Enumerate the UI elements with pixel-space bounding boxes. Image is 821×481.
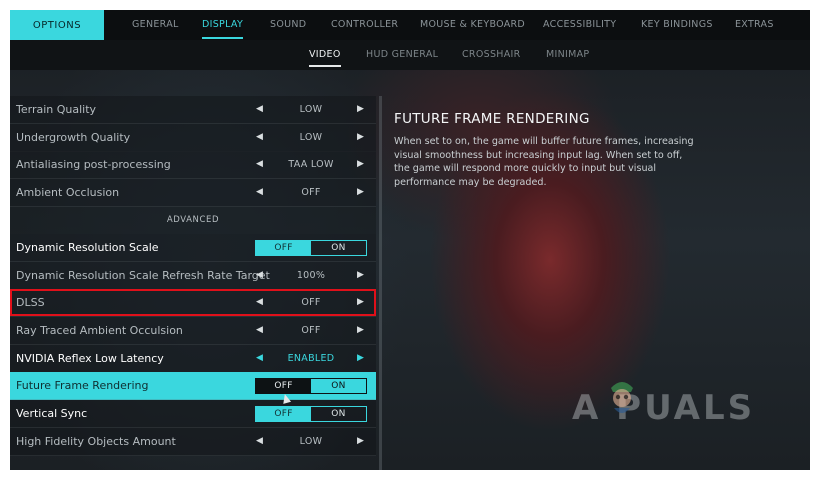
- setting-label: Antialiasing post-processing: [16, 158, 171, 171]
- setting-label: Vertical Sync: [16, 407, 88, 420]
- info-panel-description: When set to on, the game will buffer fut…: [394, 136, 694, 188]
- toggle-on-option[interactable]: ON: [311, 407, 366, 421]
- subtab-video[interactable]: VIDEO: [309, 40, 341, 70]
- setting-row-ambient-occlusion[interactable]: Ambient Occlusion ◀ OFF ▶: [10, 179, 376, 207]
- arrow-left-icon[interactable]: ◀: [256, 96, 263, 123]
- setting-row-dynamic-resolution-scale[interactable]: Dynamic Resolution Scale OFF ON: [10, 234, 376, 262]
- future-frame-rendering-toggle[interactable]: OFF ON: [255, 378, 367, 394]
- setting-value: OFF: [301, 297, 321, 308]
- options-button[interactable]: OPTIONS: [10, 10, 104, 40]
- arrow-left-icon[interactable]: ◀: [256, 262, 263, 289]
- top-navigation-bar: OPTIONS GENERAL DISPLAY SOUND CONTROLLER…: [10, 10, 810, 40]
- game-options-screen: OPTIONS GENERAL DISPLAY SOUND CONTROLLER…: [10, 10, 810, 470]
- arrow-left-icon[interactable]: ◀: [256, 317, 263, 344]
- setting-row-undergrowth-quality[interactable]: Undergrowth Quality ◀ LOW ▶: [10, 124, 376, 152]
- setting-label: Dynamic Resolution Scale Refresh Rate Ta…: [16, 269, 270, 282]
- arrow-right-icon[interactable]: ▶: [357, 179, 364, 206]
- arrow-right-icon[interactable]: ▶: [357, 151, 364, 178]
- tab-accessibility[interactable]: ACCESSIBILITY: [543, 10, 616, 40]
- setting-row-dlss[interactable]: DLSS ◀ OFF ▶: [10, 289, 376, 317]
- setting-label: Undergrowth Quality: [16, 131, 131, 144]
- setting-value: ENABLED: [287, 353, 335, 364]
- setting-label: Future Frame Rendering: [16, 379, 149, 392]
- setting-value: OFF: [301, 325, 321, 336]
- sub-navigation-bar: VIDEO HUD GENERAL CROSSHAIR MINIMAP: [10, 40, 810, 70]
- setting-label: Terrain Quality: [16, 103, 97, 116]
- arrow-right-icon[interactable]: ▶: [357, 262, 364, 289]
- toggle-on-option[interactable]: ON: [311, 241, 366, 255]
- tab-key-bindings[interactable]: KEY BINDINGS: [641, 10, 713, 40]
- vertical-sync-toggle[interactable]: OFF ON: [255, 406, 367, 422]
- setting-label: Dynamic Resolution Scale: [16, 241, 159, 254]
- tab-display[interactable]: DISPLAY: [202, 10, 244, 40]
- toggle-off-option[interactable]: OFF: [256, 379, 311, 393]
- setting-row-terrain-quality[interactable]: Terrain Quality ◀ LOW ▶: [10, 96, 376, 124]
- arrow-right-icon[interactable]: ▶: [357, 317, 364, 344]
- arrow-left-icon[interactable]: ◀: [256, 428, 263, 455]
- arrow-left-icon[interactable]: ◀: [256, 289, 263, 316]
- tab-controller[interactable]: CONTROLLER: [331, 10, 398, 40]
- setting-value: LOW: [299, 104, 323, 115]
- toggle-off-option[interactable]: OFF: [256, 241, 311, 255]
- setting-row-high-fidelity-objects[interactable]: High Fidelity Objects Amount ◀ LOW ▶: [10, 428, 376, 456]
- setting-row-future-frame-rendering[interactable]: Future Frame Rendering OFF ON: [10, 372, 376, 400]
- setting-label: Ray Traced Ambient Occulsion: [16, 324, 183, 337]
- setting-value: OFF: [301, 187, 321, 198]
- subtab-minimap[interactable]: MINIMAP: [546, 40, 589, 70]
- info-panel-title: FUTURE FRAME RENDERING: [394, 111, 590, 127]
- setting-label: DLSS: [16, 296, 45, 309]
- arrow-right-icon[interactable]: ▶: [357, 289, 364, 316]
- advanced-section-header: ADVANCED: [10, 207, 376, 234]
- arrow-left-icon[interactable]: ◀: [256, 151, 263, 178]
- setting-value: LOW: [299, 132, 323, 143]
- setting-row-vertical-sync[interactable]: Vertical Sync OFF ON: [10, 400, 376, 428]
- setting-label: NVIDIA Reflex Low Latency: [16, 352, 164, 365]
- dynamic-resolution-toggle[interactable]: OFF ON: [255, 240, 367, 256]
- setting-label: Ambient Occlusion: [16, 186, 120, 199]
- setting-row-drs-refresh-target[interactable]: Dynamic Resolution Scale Refresh Rate Ta…: [10, 262, 376, 290]
- setting-value: 100%: [296, 270, 326, 281]
- tab-mouse-keyboard[interactable]: MOUSE & KEYBOARD: [420, 10, 525, 40]
- setting-value: TAA LOW: [288, 159, 334, 170]
- arrow-left-icon[interactable]: ◀: [256, 179, 263, 206]
- arrow-right-icon[interactable]: ▶: [357, 428, 364, 455]
- setting-value: LOW: [299, 436, 323, 447]
- subtab-hud-general[interactable]: HUD GENERAL: [366, 40, 438, 70]
- appuals-watermark: A PUALS: [572, 388, 756, 428]
- tab-sound[interactable]: SOUND: [270, 10, 306, 40]
- arrow-left-icon[interactable]: ◀: [256, 124, 263, 151]
- setting-row-antialiasing[interactable]: Antialiasing post-processing ◀ TAA LOW ▶: [10, 151, 376, 179]
- setting-row-ray-traced-ao[interactable]: Ray Traced Ambient Occulsion ◀ OFF ▶: [10, 317, 376, 345]
- tab-extras[interactable]: EXTRAS: [735, 10, 774, 40]
- subtab-crosshair[interactable]: CROSSHAIR: [462, 40, 521, 70]
- tab-general[interactable]: GENERAL: [132, 10, 179, 40]
- arrow-right-icon[interactable]: ▶: [357, 96, 364, 123]
- arrow-left-icon[interactable]: ◀: [256, 345, 263, 372]
- settings-scrollbar[interactable]: [379, 96, 382, 470]
- arrow-right-icon[interactable]: ▶: [357, 345, 364, 372]
- setting-row-nvidia-reflex[interactable]: NVIDIA Reflex Low Latency ◀ ENABLED ▶: [10, 345, 376, 373]
- arrow-right-icon[interactable]: ▶: [357, 124, 364, 151]
- toggle-on-option[interactable]: ON: [311, 379, 366, 393]
- toggle-off-option[interactable]: OFF: [256, 407, 311, 421]
- setting-label: High Fidelity Objects Amount: [16, 435, 176, 448]
- appuals-mascot-icon: [611, 382, 633, 413]
